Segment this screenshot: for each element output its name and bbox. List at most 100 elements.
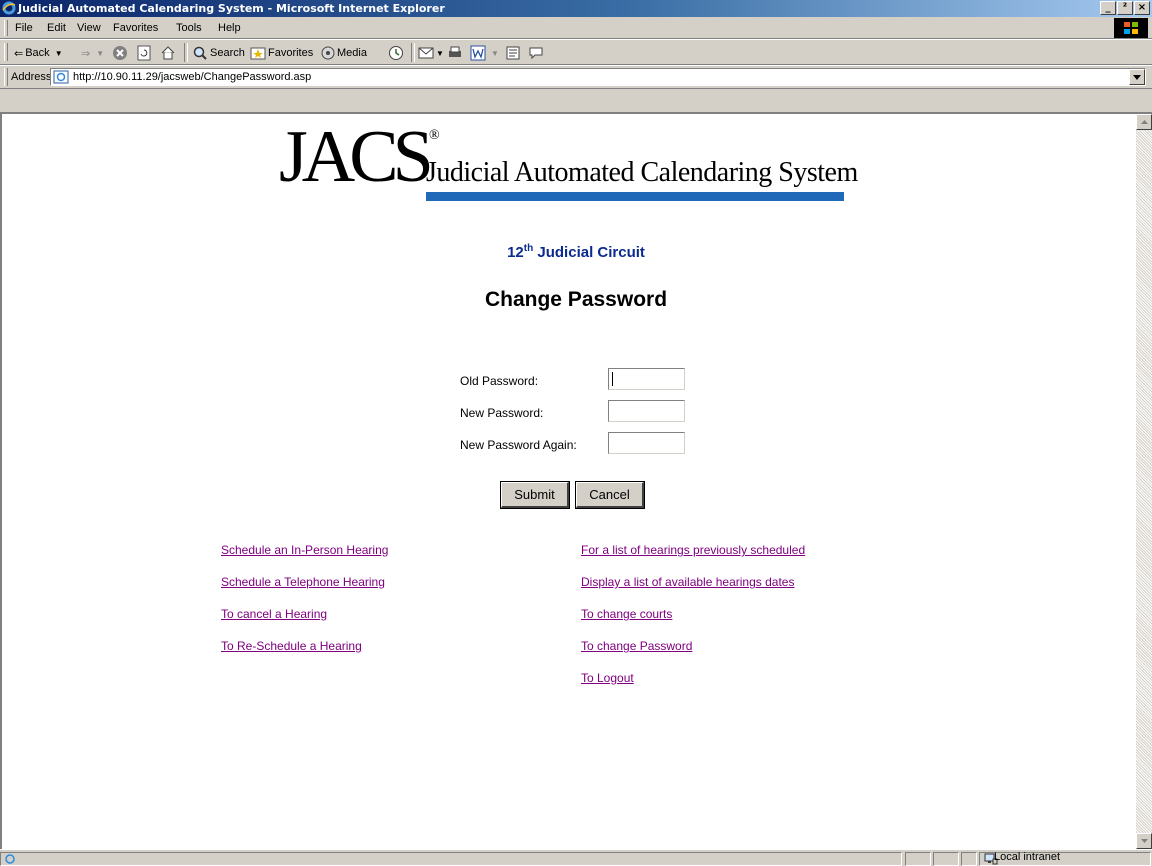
link-cancel-hearing[interactable]: To cancel a Hearing — [221, 607, 327, 621]
address-input[interactable]: http://10.90.11.29/jacsweb/ChangePasswor… — [50, 68, 1146, 86]
maximize-button[interactable]: ² — [1117, 1, 1133, 15]
link-logout[interactable]: To Logout — [581, 671, 634, 685]
text-cursor — [612, 372, 613, 386]
chevron-down-icon — [1133, 74, 1141, 80]
link-change-password[interactable]: To change Password — [581, 639, 692, 653]
old-password-label: Old Password: — [460, 374, 539, 388]
jacs-logo: JACS ® Judicial Automated Calendaring Sy… — [279, 120, 858, 220]
logo-registered: ® — [429, 128, 440, 143]
link-previous-hearings[interactable]: For a list of hearings previously schedu… — [581, 543, 805, 557]
circuit-number: 12 — [507, 244, 524, 261]
menu-grip — [4, 20, 8, 36]
print-button[interactable] — [447, 44, 463, 62]
address-bar: Address http://10.90.11.29/jacsweb/Chang… — [0, 65, 1152, 89]
address-label: Address — [11, 71, 52, 83]
status-bar: Local intranet — [0, 849, 1152, 866]
vertical-scrollbar[interactable] — [1136, 114, 1152, 849]
back-dropdown-icon[interactable]: ▼ — [55, 49, 63, 58]
circuit-ordinal: th — [523, 243, 534, 254]
window-title: Judicial Automated Calendaring System - … — [18, 2, 445, 15]
mail-icon — [418, 47, 434, 59]
status-pane — [905, 852, 931, 866]
new-password-again-field[interactable] — [608, 432, 685, 454]
status-pane — [933, 852, 959, 866]
menu-bar: File Edit View Favorites Tools Help — [0, 17, 1152, 39]
link-schedule-in-person[interactable]: Schedule an In-Person Hearing — [221, 543, 388, 557]
edit-dropdown-icon[interactable]: ▼ — [491, 49, 499, 58]
forward-dropdown-icon[interactable]: ▼ — [96, 49, 104, 58]
link-schedule-telephone[interactable]: Schedule a Telephone Hearing — [221, 575, 385, 589]
standard-toolbar: ⇐ Back ▼ ⇒ ▼ Search Favorites Media ▼ ▼ — [0, 39, 1152, 65]
page-icon — [53, 70, 69, 84]
mail-dropdown-icon[interactable]: ▼ — [436, 49, 444, 58]
back-arrow-icon: ⇐ — [14, 47, 24, 60]
discuss-button[interactable] — [505, 44, 521, 62]
favorites-label: Favorites — [268, 47, 314, 59]
page-status-icon — [5, 854, 15, 864]
new-password-label: New Password: — [460, 406, 544, 420]
back-button[interactable]: ⇐ Back ▼ — [14, 44, 63, 62]
menu-edit[interactable]: Edit — [47, 22, 66, 34]
search-label: Search — [210, 47, 245, 59]
circuit-name: 12th Judicial Circuit — [0, 243, 1152, 261]
search-icon — [193, 46, 207, 60]
scroll-down-button[interactable] — [1136, 833, 1152, 849]
mail-button[interactable]: ▼ — [418, 44, 444, 62]
ie-icon — [2, 1, 16, 15]
address-url: http://10.90.11.29/jacsweb/ChangePasswor… — [73, 71, 312, 83]
messenger-icon — [529, 47, 543, 60]
menu-tools[interactable]: Tools — [176, 22, 202, 34]
logo-underline-bar — [426, 192, 844, 201]
old-password-field[interactable] — [608, 368, 685, 390]
menu-view[interactable]: View — [77, 22, 101, 34]
stop-button[interactable] — [112, 44, 128, 62]
messenger-button[interactable] — [528, 44, 544, 62]
toolbar-separator — [411, 43, 415, 62]
cancel-button[interactable]: Cancel — [575, 481, 645, 509]
menu-help[interactable]: Help — [218, 22, 241, 34]
minimize-button[interactable]: _ — [1100, 1, 1116, 15]
close-button[interactable]: × — [1134, 1, 1150, 15]
refresh-button[interactable] — [136, 44, 152, 62]
status-pane — [961, 852, 977, 866]
refresh-icon — [137, 45, 151, 61]
edit-word-button[interactable]: ▼ — [470, 44, 499, 62]
logo-mark: JACS — [279, 116, 434, 198]
toolbar-grip — [4, 43, 8, 61]
home-button[interactable] — [160, 44, 176, 62]
scroll-up-button[interactable] — [1136, 114, 1152, 130]
link-reschedule-hearing[interactable]: To Re-Schedule a Hearing — [221, 639, 362, 653]
history-icon — [389, 46, 403, 60]
media-button[interactable]: Media — [320, 44, 367, 62]
page-title: Change Password — [484, 288, 668, 311]
favorites-button[interactable]: Favorites — [250, 44, 313, 62]
toolbar-separator — [184, 43, 188, 62]
submit-button[interactable]: Submit — [500, 481, 570, 509]
home-icon — [161, 46, 175, 60]
favorites-icon — [250, 47, 266, 60]
history-button[interactable] — [388, 44, 404, 62]
link-available-dates[interactable]: Display a list of available hearings dat… — [581, 575, 794, 589]
menu-favorites[interactable]: Favorites — [113, 22, 158, 34]
new-password-again-label: New Password Again: — [460, 438, 577, 452]
link-change-courts[interactable]: To change courts — [581, 607, 672, 621]
media-icon — [321, 46, 335, 60]
forward-button[interactable]: ⇒ ▼ — [81, 44, 104, 62]
page-viewport — [0, 112, 1152, 849]
scroll-up-icon — [1140, 120, 1148, 124]
status-zone-label: Local intranet — [994, 851, 1061, 863]
viewport-gap — [0, 89, 1152, 112]
windows-logo-icon — [1114, 18, 1148, 38]
discuss-icon — [506, 46, 520, 60]
forward-arrow-icon: ⇒ — [81, 47, 91, 60]
stop-icon — [113, 46, 127, 60]
new-password-field[interactable] — [608, 400, 685, 422]
title-bar: Judicial Automated Calendaring System - … — [0, 0, 1152, 17]
logo-name: Judicial Automated Calendaring System — [426, 157, 858, 188]
back-label: Back — [25, 47, 50, 59]
search-button[interactable]: Search — [192, 44, 245, 62]
menu-file[interactable]: File — [15, 22, 33, 34]
word-icon — [470, 45, 486, 61]
address-grip — [4, 68, 8, 86]
address-dropdown-button[interactable] — [1129, 69, 1145, 85]
